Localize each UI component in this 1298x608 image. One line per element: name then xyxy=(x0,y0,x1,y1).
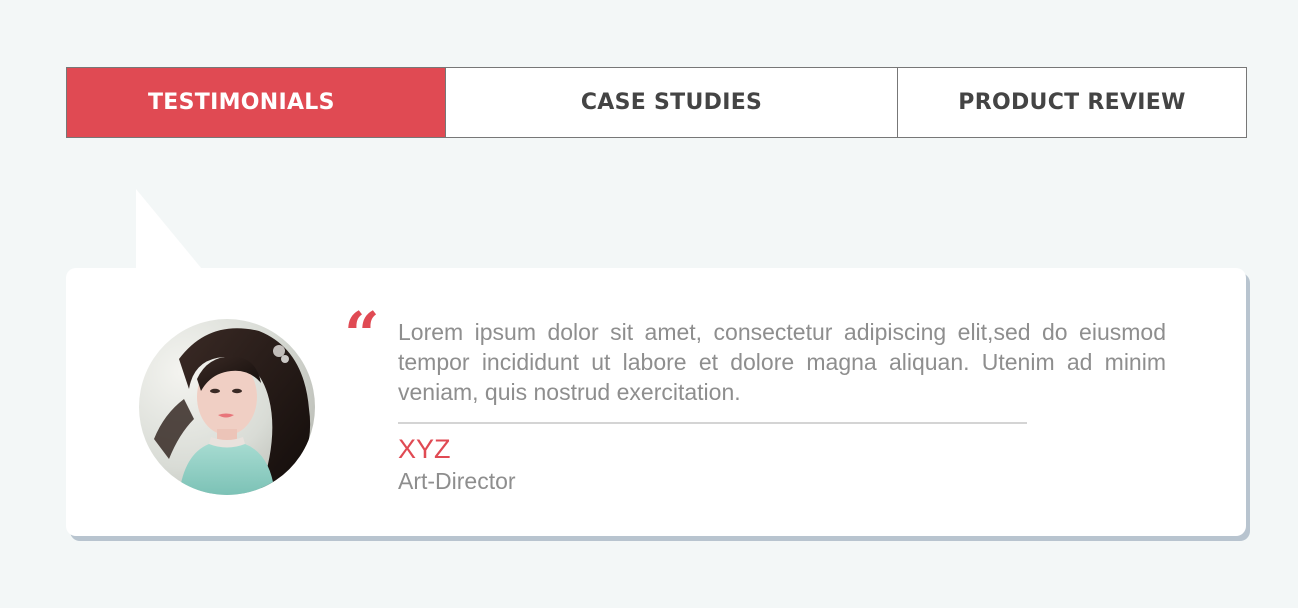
quote-icon: “ xyxy=(344,298,380,371)
avatar xyxy=(139,319,315,495)
avatar-photo xyxy=(139,319,315,495)
author-role: Art-Director xyxy=(398,468,516,494)
testimonial-card: “ Lorem ipsum dolor sit amet, consectetu… xyxy=(66,268,1246,536)
author-name: XYZ xyxy=(398,434,451,464)
tab-bar: TESTIMONIALS CASE STUDIES PRODUCT REVIEW xyxy=(66,67,1247,138)
divider xyxy=(398,422,1027,424)
testimonial-text: Lorem ipsum dolor sit amet, consectetur … xyxy=(398,319,1166,405)
speech-bubble-tail xyxy=(136,189,202,269)
tab-product-review[interactable]: PRODUCT REVIEW xyxy=(897,68,1246,137)
tab-testimonials[interactable]: TESTIMONIALS xyxy=(67,68,445,137)
tab-case-studies[interactable]: CASE STUDIES xyxy=(445,68,897,137)
